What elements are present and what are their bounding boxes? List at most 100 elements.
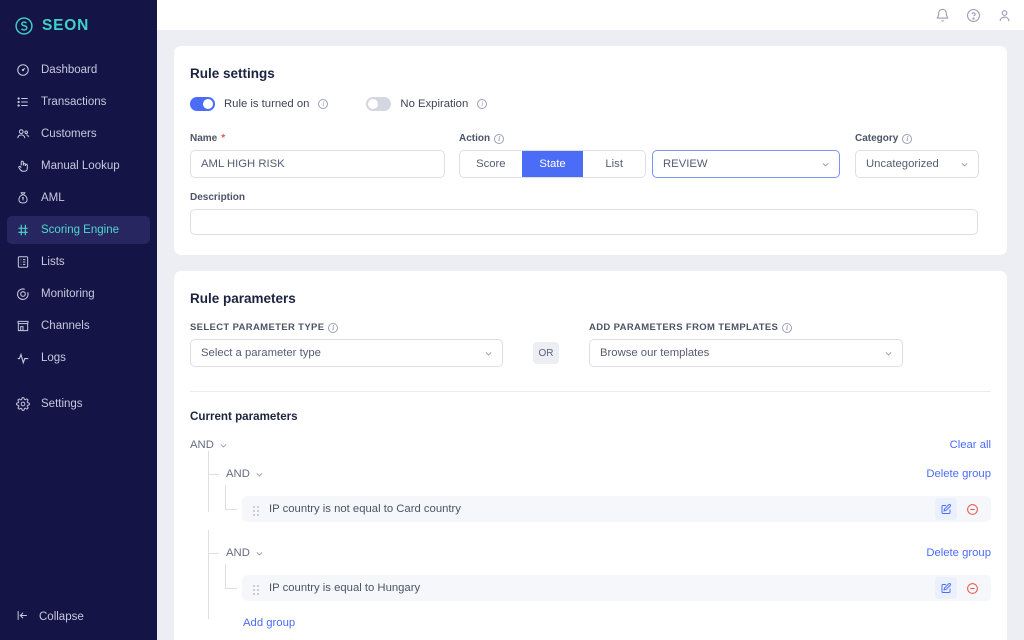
rule-enabled-toggle[interactable]: Rule is turned on i	[190, 97, 329, 111]
rule-settings-title: Rule settings	[190, 66, 275, 81]
state-select[interactable]: REVIEW	[652, 150, 840, 178]
help-circle-icon[interactable]	[966, 8, 981, 23]
templates-placeholder: Browse our templates	[600, 347, 710, 359]
remove-condition-button[interactable]	[961, 498, 983, 520]
condition-row[interactable]: IP country is not equal to Card country	[225, 496, 991, 522]
action-option-list[interactable]: List	[583, 151, 645, 177]
sidebar-item-monitoring[interactable]: Monitoring	[7, 280, 150, 308]
delete-group-button[interactable]: Delete group	[926, 547, 991, 559]
remove-condition-button[interactable]	[961, 577, 983, 599]
group-operator-dropdown[interactable]: AND	[226, 468, 264, 480]
select-parameter-type-placeholder: Select a parameter type	[201, 347, 321, 359]
sidebar-item-label: Settings	[41, 398, 83, 410]
edit-condition-button[interactable]	[935, 577, 957, 599]
chevron-down-icon	[960, 160, 969, 169]
category-select-value: Uncategorized	[866, 158, 939, 170]
condition-actions	[935, 498, 983, 520]
seon-logo-icon	[14, 16, 34, 36]
users-icon	[16, 127, 30, 141]
info-icon[interactable]: i	[902, 133, 913, 144]
hand-pointer-icon	[16, 159, 30, 173]
name-field-group: Name * AML HIGH RISK	[190, 133, 445, 178]
sidebar-item-label: Dashboard	[41, 64, 98, 76]
action-label: Action i	[459, 133, 646, 144]
sidebar-item-settings[interactable]: Settings	[7, 390, 150, 418]
delete-group-button[interactable]: Delete group	[926, 468, 991, 480]
sidebar-item-lists[interactable]: Lists	[7, 248, 150, 276]
chevron-down-icon	[884, 349, 893, 358]
templates-group: ADD PARAMETERS FROM TEMPLATES i Browse ou…	[589, 322, 903, 367]
sidebar-item-channels[interactable]: Channels	[7, 312, 150, 340]
list-icon	[16, 95, 30, 109]
collapse-arrow-icon	[16, 609, 29, 625]
name-input[interactable]: AML HIGH RISK	[190, 150, 445, 178]
action-segmented-control[interactable]: Score State List	[459, 150, 646, 178]
group-operator-label: AND	[226, 547, 250, 559]
info-icon[interactable]: i	[328, 322, 339, 333]
no-expiration-switch[interactable]	[366, 97, 392, 111]
group-conditions: IP country is not equal to Card country	[225, 485, 991, 522]
category-select[interactable]: Uncategorized	[855, 150, 979, 178]
action-field-group: Action i Score State List	[459, 133, 646, 178]
parameter-group: AND Delete group	[208, 530, 991, 629]
chevron-down-icon	[484, 349, 493, 358]
description-field-group: Description	[190, 192, 991, 235]
description-label: Description	[190, 192, 246, 203]
templates-dropdown[interactable]: Browse our templates	[589, 339, 903, 367]
chevron-down-icon	[219, 441, 228, 450]
state-select-value: REVIEW	[663, 158, 708, 170]
add-group-button[interactable]: Add group	[243, 617, 991, 629]
root-operator-dropdown[interactable]: AND	[190, 439, 228, 451]
condition-row[interactable]: IP country is equal to Hungary	[225, 575, 991, 601]
bell-icon[interactable]	[935, 8, 950, 23]
clear-all-button[interactable]: Clear all	[950, 439, 991, 451]
drag-handle-icon[interactable]	[252, 583, 260, 595]
select-parameter-type-dropdown[interactable]: Select a parameter type	[190, 339, 503, 367]
sidebar-item-transactions[interactable]: Transactions	[7, 88, 150, 116]
sidebar-item-label: Scoring Engine	[41, 224, 119, 236]
no-expiration-label: No Expiration	[400, 98, 469, 110]
sidebar-item-aml[interactable]: AML	[7, 184, 150, 212]
account-icon[interactable]	[997, 8, 1012, 23]
info-icon[interactable]: i	[494, 133, 505, 144]
sliders-icon	[16, 223, 30, 237]
sidebar-item-label: Monitoring	[41, 288, 95, 300]
drag-handle-icon[interactable]	[252, 504, 260, 516]
sidebar: SEON Dashboard Transactions Customers Ma…	[0, 0, 157, 640]
select-parameter-type-group: SELECT PARAMETER TYPE i Select a paramete…	[190, 322, 503, 367]
action-option-state[interactable]: State	[521, 151, 584, 177]
collapse-sidebar-button[interactable]: Collapse	[0, 604, 157, 630]
description-input[interactable]	[190, 209, 978, 235]
brand-name: SEON	[42, 17, 90, 34]
sidebar-item-scoring-engine[interactable]: Scoring Engine	[7, 216, 150, 244]
page-scroll-area[interactable]: Rule settings Rule is turned on i No Exp…	[157, 30, 1024, 640]
sidebar-item-manual-lookup[interactable]: Manual Lookup	[7, 152, 150, 180]
current-parameters-title: Current parameters	[190, 410, 298, 423]
sidebar-item-dashboard[interactable]: Dashboard	[7, 56, 150, 84]
sidebar-item-customers[interactable]: Customers	[7, 120, 150, 148]
group-header: AND Delete group	[208, 463, 991, 485]
sidebar-item-label: Transactions	[41, 96, 107, 108]
store-icon	[16, 319, 30, 333]
condition-text: IP country is not equal to Card country	[269, 503, 461, 515]
brand-logo[interactable]: SEON	[0, 0, 157, 50]
sidebar-item-label: Manual Lookup	[41, 160, 120, 172]
group-operator-dropdown[interactable]: AND	[226, 547, 264, 559]
rule-enabled-switch[interactable]	[190, 97, 215, 111]
required-marker: *	[221, 133, 226, 144]
info-icon[interactable]: i	[782, 322, 793, 333]
rule-enabled-label: Rule is turned on	[224, 98, 310, 110]
gear-icon	[16, 397, 30, 411]
name-input-value: AML HIGH RISK	[201, 158, 285, 170]
action-option-score[interactable]: Score	[460, 151, 522, 177]
no-expiration-toggle[interactable]: No Expiration i	[366, 97, 488, 111]
main-area: Rule settings Rule is turned on i No Exp…	[157, 0, 1024, 640]
rule-parameters-card: Rule parameters SELECT PARAMETER TYPE i S…	[174, 271, 1007, 640]
info-icon[interactable]: i	[477, 99, 488, 109]
info-icon[interactable]: i	[318, 99, 329, 109]
sidebar-item-logs[interactable]: Logs	[7, 344, 150, 372]
parameters-tree: AND Clear all AND Delete group IP countr…	[190, 439, 991, 629]
sidebar-item-label: Channels	[41, 320, 90, 332]
rule-parameters-title: Rule parameters	[190, 291, 296, 306]
edit-condition-button[interactable]	[935, 498, 957, 520]
